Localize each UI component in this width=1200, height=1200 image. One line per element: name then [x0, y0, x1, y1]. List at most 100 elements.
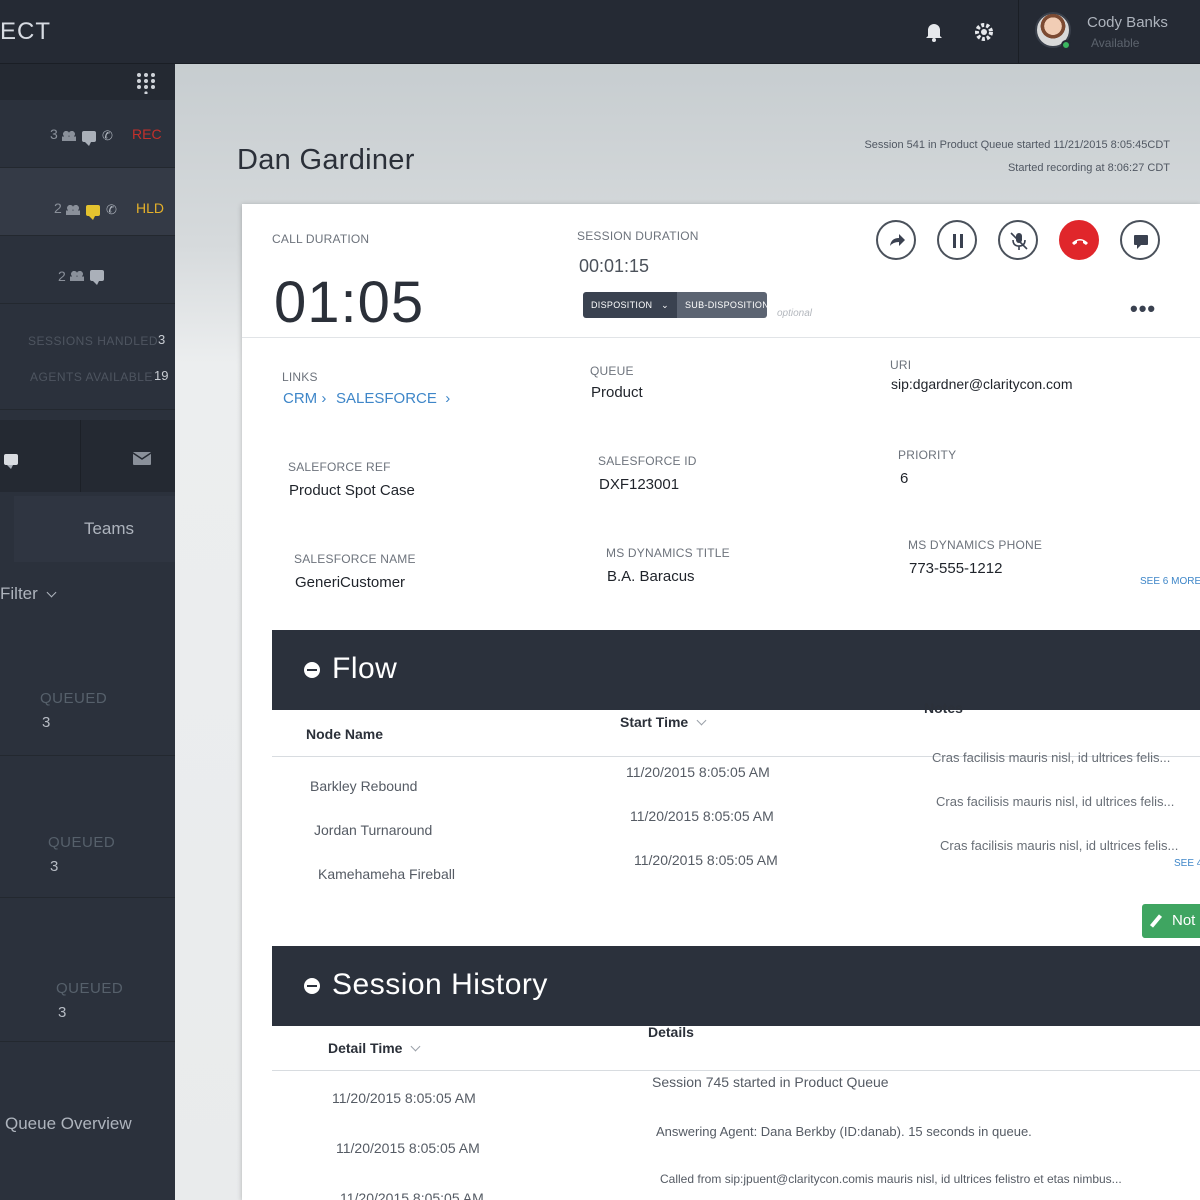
flow-title: Flow	[332, 652, 398, 685]
session-row[interactable]: 3 ✆ REC	[0, 100, 185, 168]
agents-available-label: AGENTS AVAILABLE	[30, 370, 153, 384]
flow-node-name: Jordan Turnaround	[314, 822, 433, 838]
uri-label: URI	[890, 358, 912, 372]
divider	[242, 337, 1200, 338]
participant-count: 2	[58, 268, 66, 284]
gear-icon[interactable]	[970, 18, 998, 46]
disposition-label: DISPOSITION	[591, 300, 653, 310]
phone-icon: ✆	[106, 202, 117, 217]
main-panel: Dan Gardiner Session 541 in Product Queu…	[175, 64, 1200, 1200]
detail-time-label: Detail Time	[328, 1040, 403, 1056]
history-time: 11/20/2015 8:05:05 AM	[332, 1090, 476, 1106]
sidebar-header	[0, 64, 175, 100]
chevron-down-icon: ⌄	[661, 300, 669, 310]
session-row[interactable]: 2 ✆ HLD	[0, 168, 185, 236]
hold-badge: HLD	[136, 200, 165, 216]
chat-tab[interactable]	[0, 420, 80, 492]
salesforce-ref-label: SALEFORCE REF	[288, 460, 391, 474]
mic-off-icon	[1010, 232, 1028, 250]
flow-start-time: 11/20/2015 8:05:05 AM	[630, 808, 774, 824]
queue-count: 3	[42, 714, 51, 731]
app-title: ECT	[0, 18, 51, 45]
agent-stats: SESSIONS HANDLED 3 AGENTS AVAILABLE 19	[0, 310, 190, 410]
queue-count: 3	[50, 858, 59, 875]
disposition-dropdown[interactable]: DISPOSITION ⌄	[583, 292, 677, 318]
call-duration-timer: 01:05	[274, 270, 425, 335]
ms-dynamics-title-value: B.A. Baracus	[607, 568, 695, 585]
crm-link[interactable]: CRM ›	[283, 390, 326, 407]
people-icon	[66, 205, 80, 215]
sessions-handled-value: 3	[158, 332, 166, 347]
flow-notes: Cras facilisis mauris nisl, id ultrices …	[940, 838, 1179, 853]
priority-label: PRIORITY	[898, 448, 957, 462]
hang-up-icon	[1072, 239, 1088, 245]
see-more-link[interactable]: SEE 6 MORE	[1140, 576, 1200, 587]
session-info: Session 541 in Product Queue started 11/…	[864, 134, 1170, 180]
recording-badge: REC	[132, 126, 162, 142]
forward-arrow-icon	[890, 234, 905, 246]
bell-icon[interactable]	[920, 18, 948, 46]
chat-icon	[90, 270, 104, 285]
table-header-divider	[272, 1070, 1200, 1071]
salesforce-ref-value: Product Spot Case	[289, 482, 415, 499]
add-note-label: Not	[1172, 912, 1196, 929]
people-icon	[62, 131, 76, 141]
filter-label: Filter	[0, 584, 38, 603]
presence-indicator	[1061, 40, 1071, 50]
chevron-right-icon: ›	[445, 390, 451, 407]
flow-start-time: 11/20/2015 8:05:05 AM	[634, 852, 778, 868]
queue-value: Product	[591, 384, 643, 401]
sessions-handled-label: SESSIONS HANDLED	[28, 334, 159, 348]
column-header-start-time[interactable]: Start Time	[620, 714, 707, 730]
collapse-icon[interactable]	[304, 662, 320, 678]
session-history-title: Session History	[332, 968, 548, 1001]
flow-section-header[interactable]: Flow	[272, 630, 1200, 710]
dialpad-icon[interactable]	[136, 72, 156, 95]
user-menu[interactable]: Cody Banks Available	[1018, 0, 1200, 64]
transfer-button[interactable]	[876, 220, 916, 260]
flow-notes: Cras facilisis mauris nisl, id ultrices …	[932, 750, 1171, 765]
mute-button[interactable]	[998, 220, 1038, 260]
column-header-notes[interactable]: Notes	[924, 700, 963, 716]
queue-overview-link[interactable]: Queue Overview	[5, 1114, 132, 1134]
salesforce-link-label: SALESFORCE	[336, 390, 437, 407]
sub-disposition-dropdown[interactable]: SUB-DISPOSITION ⌄	[677, 292, 767, 318]
hold-button[interactable]	[937, 220, 977, 260]
column-header-details[interactable]: Details	[648, 1024, 694, 1040]
column-header-detail-time[interactable]: Detail Time	[328, 1040, 421, 1056]
participant-count: 2	[54, 200, 62, 216]
session-duration-value: 00:01:15	[579, 256, 650, 276]
flow-notes: Cras facilisis mauris nisl, id ultrices …	[936, 794, 1175, 809]
salesforce-id-label: SALESFORCE ID	[598, 454, 697, 468]
salesforce-link[interactable]: SALESFORCE ›	[336, 390, 450, 407]
collapse-icon[interactable]	[304, 978, 320, 994]
filter-dropdown[interactable]: Filter	[0, 584, 57, 604]
pause-icon	[953, 234, 963, 248]
sub-disposition-label: SUB-DISPOSITION	[685, 300, 767, 310]
ms-dynamics-phone-value: 773-555-1212	[909, 560, 1003, 577]
column-header-node-name[interactable]: Node Name	[306, 726, 383, 742]
session-row[interactable]: 2	[0, 236, 185, 304]
flow-node-name: Barkley Rebound	[310, 778, 418, 794]
flow-start-time: 11/20/2015 8:05:05 AM	[626, 764, 770, 780]
add-note-button[interactable]: Not	[1142, 904, 1200, 938]
chat-icon	[86, 204, 100, 220]
end-call-button[interactable]	[1059, 220, 1099, 260]
links-label: LINKS	[282, 370, 318, 384]
chat-icon	[82, 130, 96, 146]
history-time: 11/20/2015 8:05:05 AM	[336, 1140, 480, 1156]
see-more-link[interactable]: SEE 4	[1174, 858, 1200, 869]
session-history-section-header[interactable]: Session History	[272, 946, 1200, 1026]
customer-name: Dan Gardiner	[237, 144, 415, 176]
start-time-label: Start Time	[620, 714, 689, 730]
queue-status-label: QUEUED	[40, 690, 108, 707]
queue-label: QUEUE	[590, 364, 634, 378]
session-duration-label: SESSION DURATION	[577, 229, 699, 243]
queue-count: 3	[58, 1004, 67, 1021]
chat-button[interactable]	[1120, 220, 1160, 260]
flow-node-name: Kamehameha Fireball	[318, 866, 455, 882]
history-details: Answering Agent: Dana Berkby (ID:danab).…	[656, 1124, 1032, 1139]
user-status: Available	[1091, 36, 1140, 50]
disposition-selector: DISPOSITION ⌄ SUB-DISPOSITION ⌄	[583, 292, 767, 318]
more-options-button[interactable]: •••	[1130, 296, 1156, 322]
